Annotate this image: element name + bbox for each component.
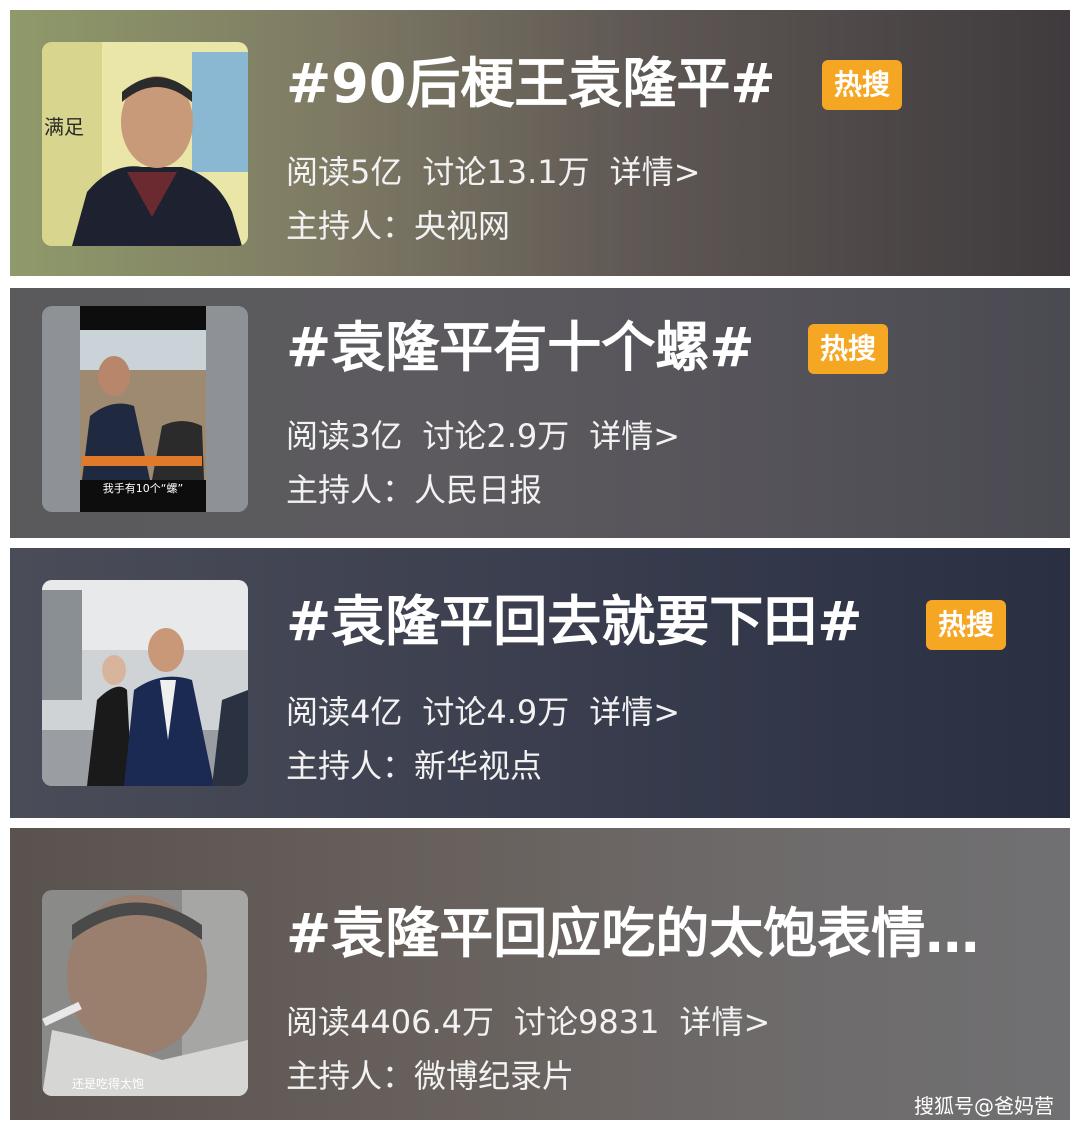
topic-host: 主持人：新华视点 [286,747,543,785]
discuss-count: 讨论9831 [513,1003,660,1041]
topic-host: 主持人：央视网 [286,207,511,245]
topic-title[interactable]: #90后梗王袁隆平# [286,54,776,114]
details-link[interactable]: 详情> [610,153,701,191]
read-count: 阅读4406.4万 [286,1003,494,1041]
details-link[interactable]: 详情> [679,1003,770,1041]
topic-card-3[interactable]: #袁隆平回去就要下田# 热搜 阅读4亿 讨论4.9万 详情> 主持人：新华视点 [10,548,1070,818]
topic-card-2[interactable]: 我手有10个“螺” #袁隆平有十个螺# 热搜 阅读3亿 讨论2.9万 详情> 主持人… [10,288,1070,538]
svg-text:我手有10个“螺”: 我手有10个“螺” [103,481,183,495]
topic-card-1[interactable]: 满足 #90后梗王袁隆平# 热搜 阅读5亿 讨论13.1万 详情> 主持人：央视网 [10,10,1070,276]
details-link[interactable]: 详情> [589,693,680,731]
topic-stats: 阅读4亿 讨论4.9万 详情> [286,692,700,732]
read-count: 阅读4亿 [286,693,403,731]
topic-title[interactable]: #袁隆平回应吃的太饱表情… [286,904,979,964]
read-count: 阅读5亿 [286,153,403,191]
details-link[interactable]: 详情> [589,417,680,455]
discuss-count: 讨论4.9万 [422,693,570,731]
closeup-portrait-image: 还是吃得太饱 [42,890,248,1096]
hot-badge: 热搜 [926,600,1007,650]
read-count: 阅读3亿 [286,417,403,455]
topic-stats: 阅读3亿 讨论2.9万 详情> [286,416,700,456]
topic-card-4[interactable]: 还是吃得太饱 #袁隆平回应吃的太饱表情… 阅读4406.4万 讨论9831 详情> … [10,828,1070,1120]
discuss-count: 讨论13.1万 [422,153,590,191]
topic-thumbnail[interactable]: 我手有10个“螺” [42,306,248,512]
svg-text:满足: 满足 [44,115,84,139]
hot-badge: 热搜 [822,60,903,110]
topic-title[interactable]: #袁隆平回去就要下田# [286,592,863,652]
topic-host: 主持人：微博纪录片 [286,1057,575,1095]
discuss-count: 讨论2.9万 [422,417,570,455]
topic-title[interactable]: #袁隆平有十个螺# [286,318,755,378]
topic-thumbnail[interactable]: 满足 [42,42,248,246]
street-photo-image [42,580,248,786]
hot-badge: 热搜 [808,324,889,374]
topic-stats: 阅读5亿 讨论13.1万 详情> [286,152,720,192]
svg-text:还是吃得太饱: 还是吃得太饱 [72,1076,144,1091]
video-frame-image: 我手有10个“螺” [42,306,248,512]
source-watermark: 搜狐号@爸妈营 [914,1094,1054,1118]
portrait-image: 满足 [42,42,248,246]
topic-thumbnail[interactable] [42,580,248,786]
topic-thumbnail[interactable]: 还是吃得太饱 [42,890,248,1096]
topic-host: 主持人：人民日报 [286,471,543,509]
topic-stats: 阅读4406.4万 讨论9831 详情> [286,1002,790,1042]
